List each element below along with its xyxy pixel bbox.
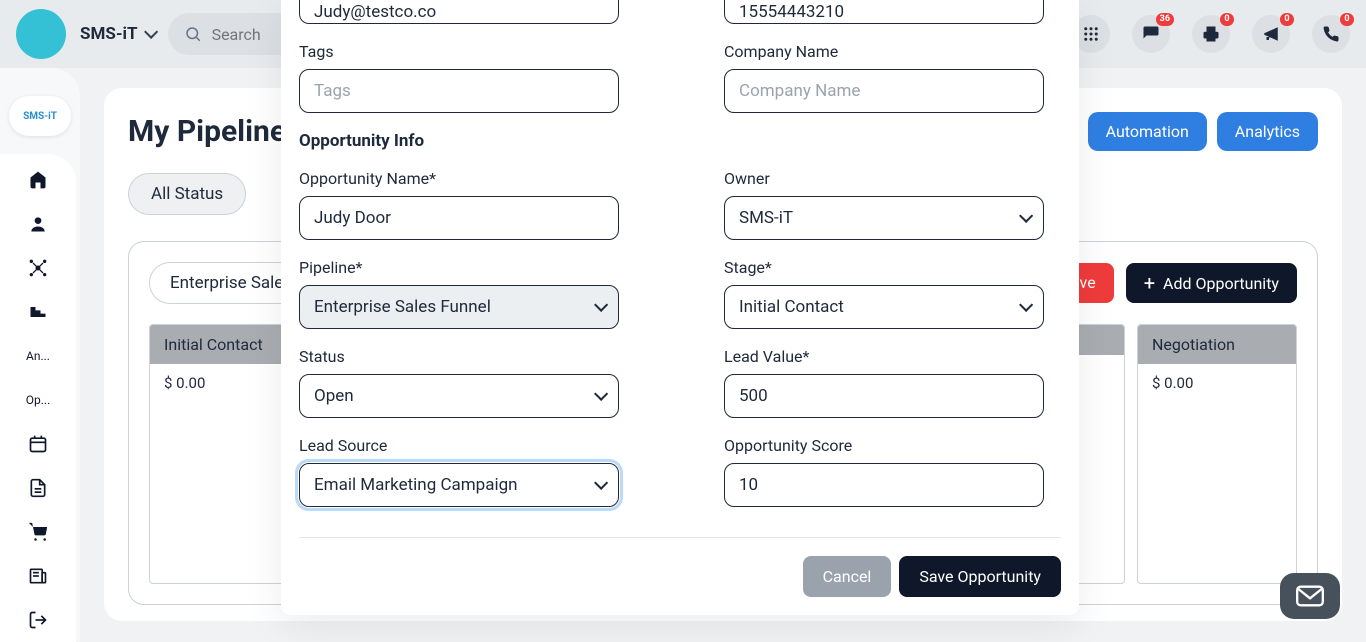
- nav-op[interactable]: Op...: [0, 378, 76, 422]
- messages-badge: 36: [1156, 13, 1174, 26]
- sidebar: SMS-iT An... Op...: [0, 68, 80, 641]
- lead-value-field[interactable]: [724, 374, 1044, 418]
- cancel-button[interactable]: Cancel: [803, 556, 892, 597]
- brand-menu[interactable]: SMS-iT: [80, 24, 154, 44]
- pipeline-value: Enterprise Sales Funnel: [314, 297, 491, 317]
- newspaper-icon: [28, 566, 48, 586]
- nav-calendar[interactable]: [0, 422, 76, 466]
- plus-icon: +: [1144, 273, 1155, 293]
- email-field-partial[interactable]: [299, 0, 619, 24]
- nav-news[interactable]: [0, 554, 76, 598]
- network-icon: [28, 258, 48, 278]
- chat-icon: [1142, 25, 1160, 43]
- chevron-down-icon: [1019, 298, 1033, 312]
- sidebar-logo-text: SMS-iT: [23, 111, 57, 122]
- opportunity-modal: Tags Company Name Opportunity Info Oppor…: [281, 0, 1079, 615]
- lead-source-value: Email Marketing Campaign: [314, 475, 518, 495]
- avatar[interactable]: [16, 9, 66, 59]
- status-filter[interactable]: All Status: [128, 173, 246, 215]
- add-opportunity-button[interactable]: + Add Opportunity: [1126, 263, 1297, 303]
- pipeline-label: Pipeline*: [299, 258, 636, 277]
- chevron-down-icon: [594, 298, 608, 312]
- calls-button[interactable]: 0: [1312, 15, 1350, 53]
- pipeline-select[interactable]: Enterprise Sales Funnel: [299, 285, 619, 329]
- chevron-down-icon: [594, 387, 608, 401]
- lead-source-select[interactable]: Email Marketing Campaign: [299, 463, 619, 507]
- lead-source-label: Lead Source: [299, 436, 636, 455]
- lead-value-label: Lead Value*: [724, 347, 1061, 366]
- phone-field-partial[interactable]: [724, 0, 1044, 24]
- print-button[interactable]: 0: [1192, 15, 1230, 53]
- messages-button[interactable]: 36: [1132, 15, 1170, 53]
- add-opportunity-label: Add Opportunity: [1163, 274, 1279, 293]
- logout-icon: [28, 610, 48, 630]
- chevron-down-icon: [1019, 209, 1033, 223]
- megaphone-icon: [1262, 25, 1280, 43]
- topbar-actions: 36 0 0 0: [1072, 15, 1350, 53]
- nav-home[interactable]: [0, 158, 76, 202]
- cart-icon: [28, 522, 48, 542]
- printer-icon: [1202, 25, 1220, 43]
- automation-button[interactable]: Automation: [1088, 112, 1207, 151]
- status-label: Status: [299, 347, 636, 366]
- steps-icon: [28, 302, 48, 322]
- company-field[interactable]: [724, 69, 1044, 113]
- owner-value: SMS-iT: [739, 208, 793, 228]
- chat-fab[interactable]: [1280, 573, 1340, 619]
- stage-value: Initial Contact: [739, 297, 844, 317]
- owner-select[interactable]: SMS-iT: [724, 196, 1044, 240]
- nav-cart[interactable]: [0, 510, 76, 554]
- opportunity-score-label: Opportunity Score: [724, 436, 1061, 455]
- announce-badge: 0: [1280, 13, 1294, 26]
- phone-icon: [1322, 25, 1340, 43]
- nav-op-label: Op...: [26, 393, 51, 407]
- user-icon: [28, 214, 48, 234]
- nav-an[interactable]: An...: [0, 334, 76, 378]
- status-select[interactable]: Open: [299, 374, 619, 418]
- opportunity-info-heading: Opportunity Info: [299, 131, 1061, 151]
- brand-name: SMS-iT: [80, 24, 138, 44]
- opportunity-name-field[interactable]: [299, 196, 619, 240]
- nav-logout[interactable]: [0, 598, 76, 642]
- company-label: Company Name: [724, 42, 1061, 61]
- status-value: Open: [314, 386, 354, 406]
- sidebar-logo[interactable]: SMS-iT: [9, 96, 71, 136]
- owner-label: Owner: [724, 169, 1061, 188]
- opportunity-score-field[interactable]: [724, 463, 1044, 507]
- stage-select[interactable]: Initial Contact: [724, 285, 1044, 329]
- chevron-down-icon: [144, 25, 158, 39]
- print-badge: 0: [1220, 13, 1234, 26]
- tags-field[interactable]: [299, 69, 619, 113]
- opportunity-name-label: Opportunity Name*: [299, 169, 636, 188]
- save-opportunity-button[interactable]: Save Opportunity: [899, 556, 1061, 597]
- document-icon: [28, 478, 48, 498]
- nav-contacts[interactable]: [0, 202, 76, 246]
- nav-pipeline[interactable]: [0, 290, 76, 334]
- nav-docs[interactable]: [0, 466, 76, 510]
- tags-label: Tags: [299, 42, 636, 61]
- stage-label: Stage*: [724, 258, 1061, 277]
- phone-badge: 0: [1340, 13, 1354, 26]
- announcements-button[interactable]: 0: [1252, 15, 1290, 53]
- grid-icon: [1082, 25, 1100, 43]
- calendar-icon: [28, 434, 48, 454]
- home-icon: [28, 170, 48, 190]
- stage-column-negotiation: Negotiation $ 0.00: [1137, 324, 1297, 584]
- search-icon: [184, 25, 202, 43]
- nav-an-label: An...: [26, 349, 50, 363]
- nav-network[interactable]: [0, 246, 76, 290]
- mail-icon: [1296, 585, 1324, 607]
- page-title: My Pipelines: [128, 114, 301, 149]
- chevron-down-icon: [594, 476, 608, 490]
- analytics-button[interactable]: Analytics: [1217, 112, 1318, 151]
- stage-value: $ 0.00: [1138, 364, 1296, 402]
- stage-header[interactable]: Negotiation: [1138, 325, 1296, 364]
